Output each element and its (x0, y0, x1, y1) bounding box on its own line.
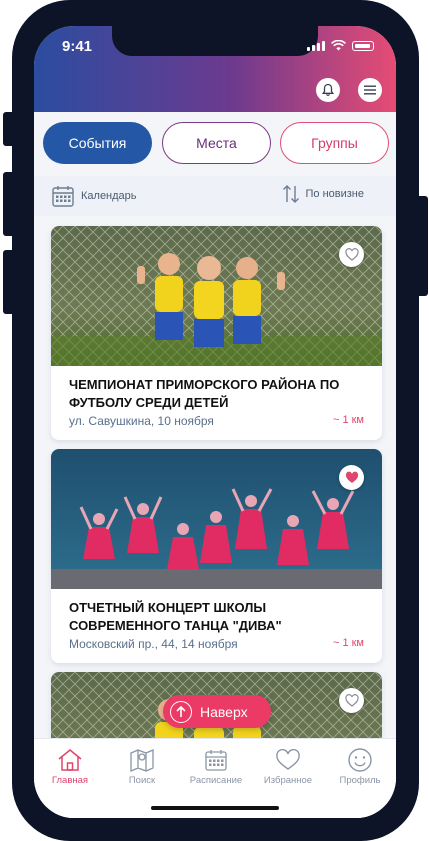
home-icon (58, 749, 82, 771)
event-title: ОТЧЕТНЫЙ КОНЦЕРТ ШКОЛЫ СОВРЕМЕННОГО ТАНЦ… (69, 600, 282, 633)
tab-search[interactable]: Поиск (106, 745, 178, 786)
scroll-to-top-label: Наверх (200, 703, 248, 720)
tab-places[interactable]: Места (162, 122, 271, 164)
signal-icon (307, 41, 325, 51)
map-icon (130, 749, 154, 772)
status-time: 9:41 (62, 38, 93, 55)
tab-favorites-label: Избранное (263, 775, 313, 786)
tab-home-label: Главная (51, 775, 89, 786)
wifi-icon (331, 40, 346, 51)
tab-search-label: Поиск (128, 775, 156, 786)
calendar-icon (52, 186, 74, 207)
heart-outline-icon (344, 248, 359, 261)
smiley-icon (348, 748, 372, 772)
event-image-football (51, 226, 382, 366)
tab-groups[interactable]: Группы (280, 122, 389, 164)
side-button (3, 112, 15, 146)
favorite-button[interactable] (339, 242, 364, 267)
sort-label: По новизне (305, 188, 365, 200)
event-distance: ~ 1 км (332, 637, 364, 649)
scroll-to-top-button[interactable]: Наверх (163, 695, 271, 728)
favorite-button[interactable] (339, 688, 364, 713)
event-distance: ~ 1 км (332, 414, 364, 426)
power-button (416, 196, 428, 296)
notch (112, 26, 318, 56)
heart-filled-icon (345, 471, 358, 483)
calendar-filter[interactable]: Календарь (51, 184, 137, 208)
battery-icon (352, 41, 374, 51)
filter-toolbar: Календарь По новизне (34, 176, 396, 216)
event-card[interactable]: ОТЧЕТНЫЙ КОНЦЕРТ ШКОЛЫ СОВРЕМЕННОГО ТАНЦ… (51, 449, 382, 663)
hamburger-icon (364, 85, 376, 95)
category-switcher: События Места Группы (34, 122, 396, 164)
menu-button[interactable] (358, 78, 382, 102)
event-title: ЧЕМПИОНАТ ПРИМОРСКОГО РАЙОНА ПО ФУТБОЛУ … (69, 377, 340, 410)
arrow-up-icon (170, 700, 192, 723)
bell-icon (321, 83, 335, 96)
calendar-label: Календарь (81, 190, 137, 202)
volume-down-button (3, 250, 15, 314)
tab-profile[interactable]: Профиль (324, 745, 396, 786)
favorite-button[interactable] (339, 465, 364, 490)
tab-home[interactable]: Главная (34, 745, 106, 786)
event-image-dance (51, 449, 382, 589)
heart-outline-icon (276, 749, 300, 770)
notifications-button[interactable] (316, 78, 340, 102)
app-screen: 9:41 События Места Группы Календарь По н… (34, 26, 396, 818)
home-indicator (151, 806, 279, 810)
tab-favorites[interactable]: Избранное (252, 745, 324, 786)
tab-events[interactable]: События (43, 122, 152, 164)
heart-outline-icon (344, 694, 359, 707)
app-header: 9:41 (34, 26, 396, 112)
tab-schedule-label: Расписание (189, 775, 243, 786)
event-meta: Московский пр., 44, 14 ноября (69, 637, 238, 651)
sort-icon (282, 185, 299, 203)
volume-up-button (3, 172, 15, 236)
tab-profile-label: Профиль (339, 775, 381, 786)
status-icons (307, 40, 374, 51)
event-card[interactable]: ЧЕМПИОНАТ ПРИМОРСКОГО РАЙОНА ПО ФУТБОЛУ … (51, 226, 382, 440)
sort-control[interactable]: По новизне (282, 184, 365, 204)
calendar-icon (205, 750, 227, 771)
tab-schedule[interactable]: Расписание (180, 745, 252, 786)
event-meta: ул. Савушкина, 10 ноября (69, 414, 214, 428)
